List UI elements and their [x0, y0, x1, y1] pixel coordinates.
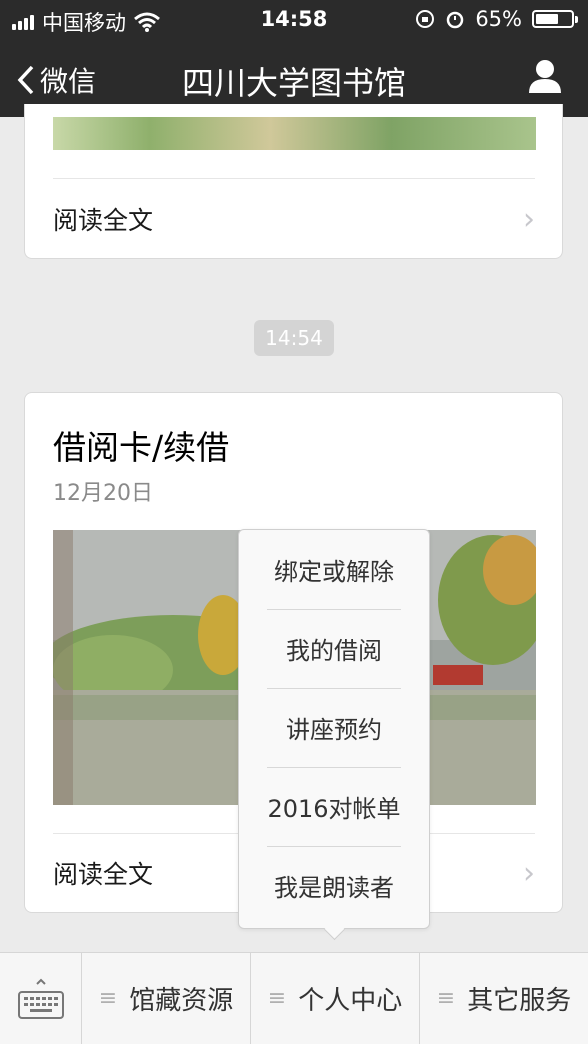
submenu-popup: 绑定或解除 我的借阅 讲座预约 2016对帐单 我是朗读者 [238, 529, 430, 929]
battery-percent: 65% [475, 7, 522, 31]
keyboard-icon [17, 978, 64, 1019]
profile-button[interactable] [528, 58, 562, 98]
menu-icon: ≡ [267, 986, 287, 1011]
bottom-menu-bar: ≡ 馆藏资源 ≡ 个人中心 ≡ 其它服务 [0, 952, 588, 1044]
menu-item-lecture-booking[interactable]: 讲座预约 [239, 688, 429, 767]
menu-label: 其它服务 [467, 986, 572, 1016]
read-full-article-row[interactable]: 阅读全文 › [53, 189, 535, 249]
menu-personal-center[interactable]: ≡ 个人中心 [251, 953, 420, 1044]
alarm-icon [447, 11, 464, 29]
menu-item-my-borrowing[interactable]: 我的借阅 [239, 609, 429, 688]
article-date: 12月20日 [53, 481, 153, 506]
menu-item-bind-unbind[interactable]: 绑定或解除 [239, 530, 429, 609]
read-full-label: 阅读全文 [53, 860, 154, 889]
chevron-right-icon: › [523, 855, 535, 891]
card-divider [53, 178, 535, 179]
menu-other-services[interactable]: ≡ 其它服务 [420, 953, 588, 1044]
battery-fill [536, 14, 558, 24]
article-title: 借阅卡/续借 [53, 428, 230, 467]
article-card-previous[interactable]: 阅读全文 › [24, 104, 563, 259]
message-timestamp: 14:54 [254, 320, 334, 356]
battery-icon [532, 10, 578, 28]
keyboard-toggle-button[interactable] [0, 953, 82, 1044]
menu-item-2016-statement[interactable]: 2016对帐单 [239, 767, 429, 846]
status-bar: 中国移动 14:58 65% [0, 0, 588, 40]
menu-item-i-am-reader[interactable]: 我是朗读者 [239, 846, 429, 925]
menu-label: 馆藏资源 [129, 986, 234, 1016]
menu-icon: ≡ [436, 986, 456, 1011]
menu-icon: ≡ [98, 986, 118, 1011]
menu-label: 个人中心 [298, 986, 403, 1016]
menu-collection-resources[interactable]: ≡ 馆藏资源 [82, 953, 251, 1044]
chevron-right-icon: › [523, 201, 535, 237]
read-full-label: 阅读全文 [53, 206, 154, 235]
page-title: 四川大学图书馆 [181, 64, 406, 102]
orientation-lock-icon [416, 10, 435, 28]
article-cover-image [53, 117, 536, 150]
person-icon [529, 60, 561, 93]
